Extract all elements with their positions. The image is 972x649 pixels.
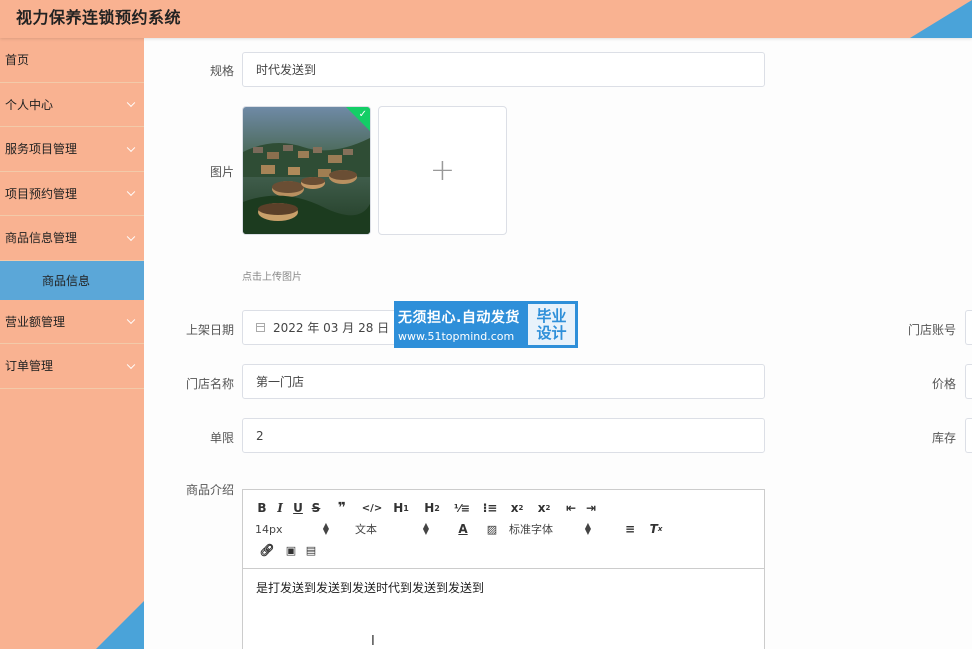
shelf-date-value: 2022 年 03 月 28 日	[273, 321, 390, 335]
sidebar: 首页 个人中心 服务项目管理 项目预约管理 商品信息管理 商品信息 营业额管理 …	[0, 38, 144, 649]
underline-icon[interactable]: U	[291, 499, 305, 517]
sidebar-subitem-product-info[interactable]: 商品信息	[0, 260, 144, 300]
store-account-label: 门店账号	[907, 323, 956, 337]
subscript-icon[interactable]: x2	[505, 499, 529, 517]
block-type-select[interactable]: 文本 ▲ ▼	[355, 520, 429, 538]
align-icon[interactable]: ≡	[613, 520, 647, 538]
spec-value: 时代发送到	[256, 63, 317, 77]
sidebar-item-label: 首页	[5, 53, 30, 68]
image-icon[interactable]: ▣	[279, 541, 303, 559]
stock-field[interactable]	[965, 418, 972, 453]
select-arrows-icon: ▲ ▼	[584, 521, 591, 536]
video-icon[interactable]: ▤	[303, 541, 319, 559]
sidebar-item-revenue[interactable]: 营业额管理	[0, 300, 144, 344]
calendar-icon	[256, 323, 265, 332]
clear-format-icon[interactable]: Tx	[647, 520, 665, 538]
sidebar-item-label: 个人中心	[5, 97, 54, 112]
sidebar-item-project-booking[interactable]: 项目预约管理	[0, 172, 144, 216]
image-upload-button[interactable]: +	[378, 106, 507, 235]
rich-text-editor: B I U S ❞ </> H1 H2 ⅟≡ ⁝≡ x2 x2 ⇤ ⇥ 14px…	[242, 489, 765, 649]
heading2-icon[interactable]: H2	[415, 499, 449, 517]
editor-toolbar: B I U S ❞ </> H1 H2 ⅟≡ ⁝≡ x2 x2 ⇤ ⇥ 14px…	[243, 490, 764, 569]
sidebar-item-label: 订单管理	[5, 359, 54, 374]
header-corner-decoration	[910, 0, 972, 38]
font-family-select[interactable]: 标准字体 ▲ ▼	[509, 520, 591, 538]
sidebar-corner-decoration	[96, 601, 144, 649]
bullet-list-icon[interactable]: ⁝≡	[475, 499, 505, 517]
upload-hint: 点击上传图片	[242, 272, 302, 283]
font-size-value: 14px	[255, 522, 283, 536]
price-field[interactable]	[965, 364, 972, 399]
font-color-icon[interactable]: A	[451, 520, 475, 538]
spec-label: 规格	[209, 64, 234, 78]
background-color-icon[interactable]: ▨	[475, 520, 509, 538]
bold-icon[interactable]: B	[255, 499, 269, 517]
chevron-down-icon	[126, 315, 136, 325]
store-name-field[interactable]: 第一门店	[242, 364, 765, 399]
uploaded-image-thumbnail[interactable]: ✓	[242, 106, 371, 235]
block-type-value: 文本	[355, 523, 377, 536]
store-name-label: 门店名称	[185, 377, 234, 391]
sidebar-item-home[interactable]: 首页	[0, 38, 144, 83]
sidebar-item-service-project[interactable]: 服务项目管理	[0, 127, 144, 172]
chevron-down-icon	[126, 232, 136, 241]
sidebar-item-orders[interactable]: 订单管理	[0, 344, 144, 389]
ordered-list-icon[interactable]: ⅟≡	[449, 499, 475, 517]
strikethrough-icon[interactable]: S	[305, 499, 327, 517]
watermark-line2: www.51topmind.com	[398, 329, 515, 343]
main-content: 规格 时代发送到 图片 ✓ + 点击上传图片 上架日期 2022 年 03 月 …	[144, 38, 972, 649]
select-arrows-icon: ▲ ▼	[322, 521, 329, 536]
italic-icon[interactable]: I	[269, 499, 291, 517]
chevron-down-icon	[126, 360, 136, 369]
heading1-icon[interactable]: H1	[387, 499, 415, 517]
plus-icon: +	[429, 153, 456, 188]
top-header: 视力保养连锁预约系统	[0, 0, 972, 38]
sidebar-item-product-info-mgmt[interactable]: 商品信息管理	[0, 216, 144, 261]
editor-text: 是打发送到发送到发送时代到发送到发送到	[256, 581, 485, 595]
check-icon: ✓	[358, 109, 367, 120]
shelf-date-label: 上架日期	[185, 323, 234, 337]
sidebar-item-personal-center[interactable]: 个人中心	[0, 83, 144, 127]
text-cursor-icon: I	[371, 634, 375, 649]
sidebar-item-label: 项目预约管理	[5, 186, 78, 201]
select-arrows-icon: ▲ ▼	[422, 521, 429, 536]
watermark-line1: 无须担心.自动发货	[398, 309, 520, 326]
limit-label: 单限	[209, 431, 234, 445]
chevron-down-icon	[126, 98, 136, 108]
font-family-value: 标准字体	[509, 523, 553, 536]
limit-field[interactable]: 2	[242, 418, 765, 453]
watermark-badge-bottom: 设计	[536, 323, 567, 342]
chevron-down-icon	[126, 187, 136, 197]
editor-content[interactable]: 是打发送到发送到发送时代到发送到发送到	[243, 569, 764, 606]
quote-icon[interactable]: ❞	[327, 499, 357, 517]
limit-value: 2	[256, 428, 264, 443]
watermark-banner: 无须担心.自动发货 www.51topmind.com 毕业 设计	[394, 301, 578, 348]
font-size-select[interactable]: 14px ▲ ▼	[255, 520, 329, 538]
sidebar-item-label: 商品信息	[42, 273, 91, 288]
outdent-icon[interactable]: ⇤	[559, 499, 583, 517]
superscript-icon[interactable]: x2	[529, 499, 559, 517]
code-icon[interactable]: </>	[357, 499, 387, 517]
sidebar-item-label: 服务项目管理	[5, 142, 78, 157]
stock-label: 库存	[931, 431, 956, 445]
sidebar-item-label: 营业额管理	[5, 314, 66, 329]
intro-label: 商品介绍	[185, 483, 234, 497]
indent-icon[interactable]: ⇥	[583, 499, 599, 517]
price-label: 价格	[931, 377, 956, 391]
store-name-value: 第一门店	[256, 375, 305, 389]
sidebar-item-label: 商品信息管理	[5, 231, 78, 246]
chevron-down-icon	[126, 143, 136, 152]
image-label: 图片	[209, 165, 234, 179]
store-account-field[interactable]	[965, 310, 972, 345]
link-icon[interactable]: 🔗︎	[255, 541, 279, 559]
spec-field[interactable]: 时代发送到	[242, 52, 765, 87]
app-title: 视力保养连锁预约系统	[16, 8, 182, 27]
watermark-badge-top: 毕业	[536, 306, 567, 325]
